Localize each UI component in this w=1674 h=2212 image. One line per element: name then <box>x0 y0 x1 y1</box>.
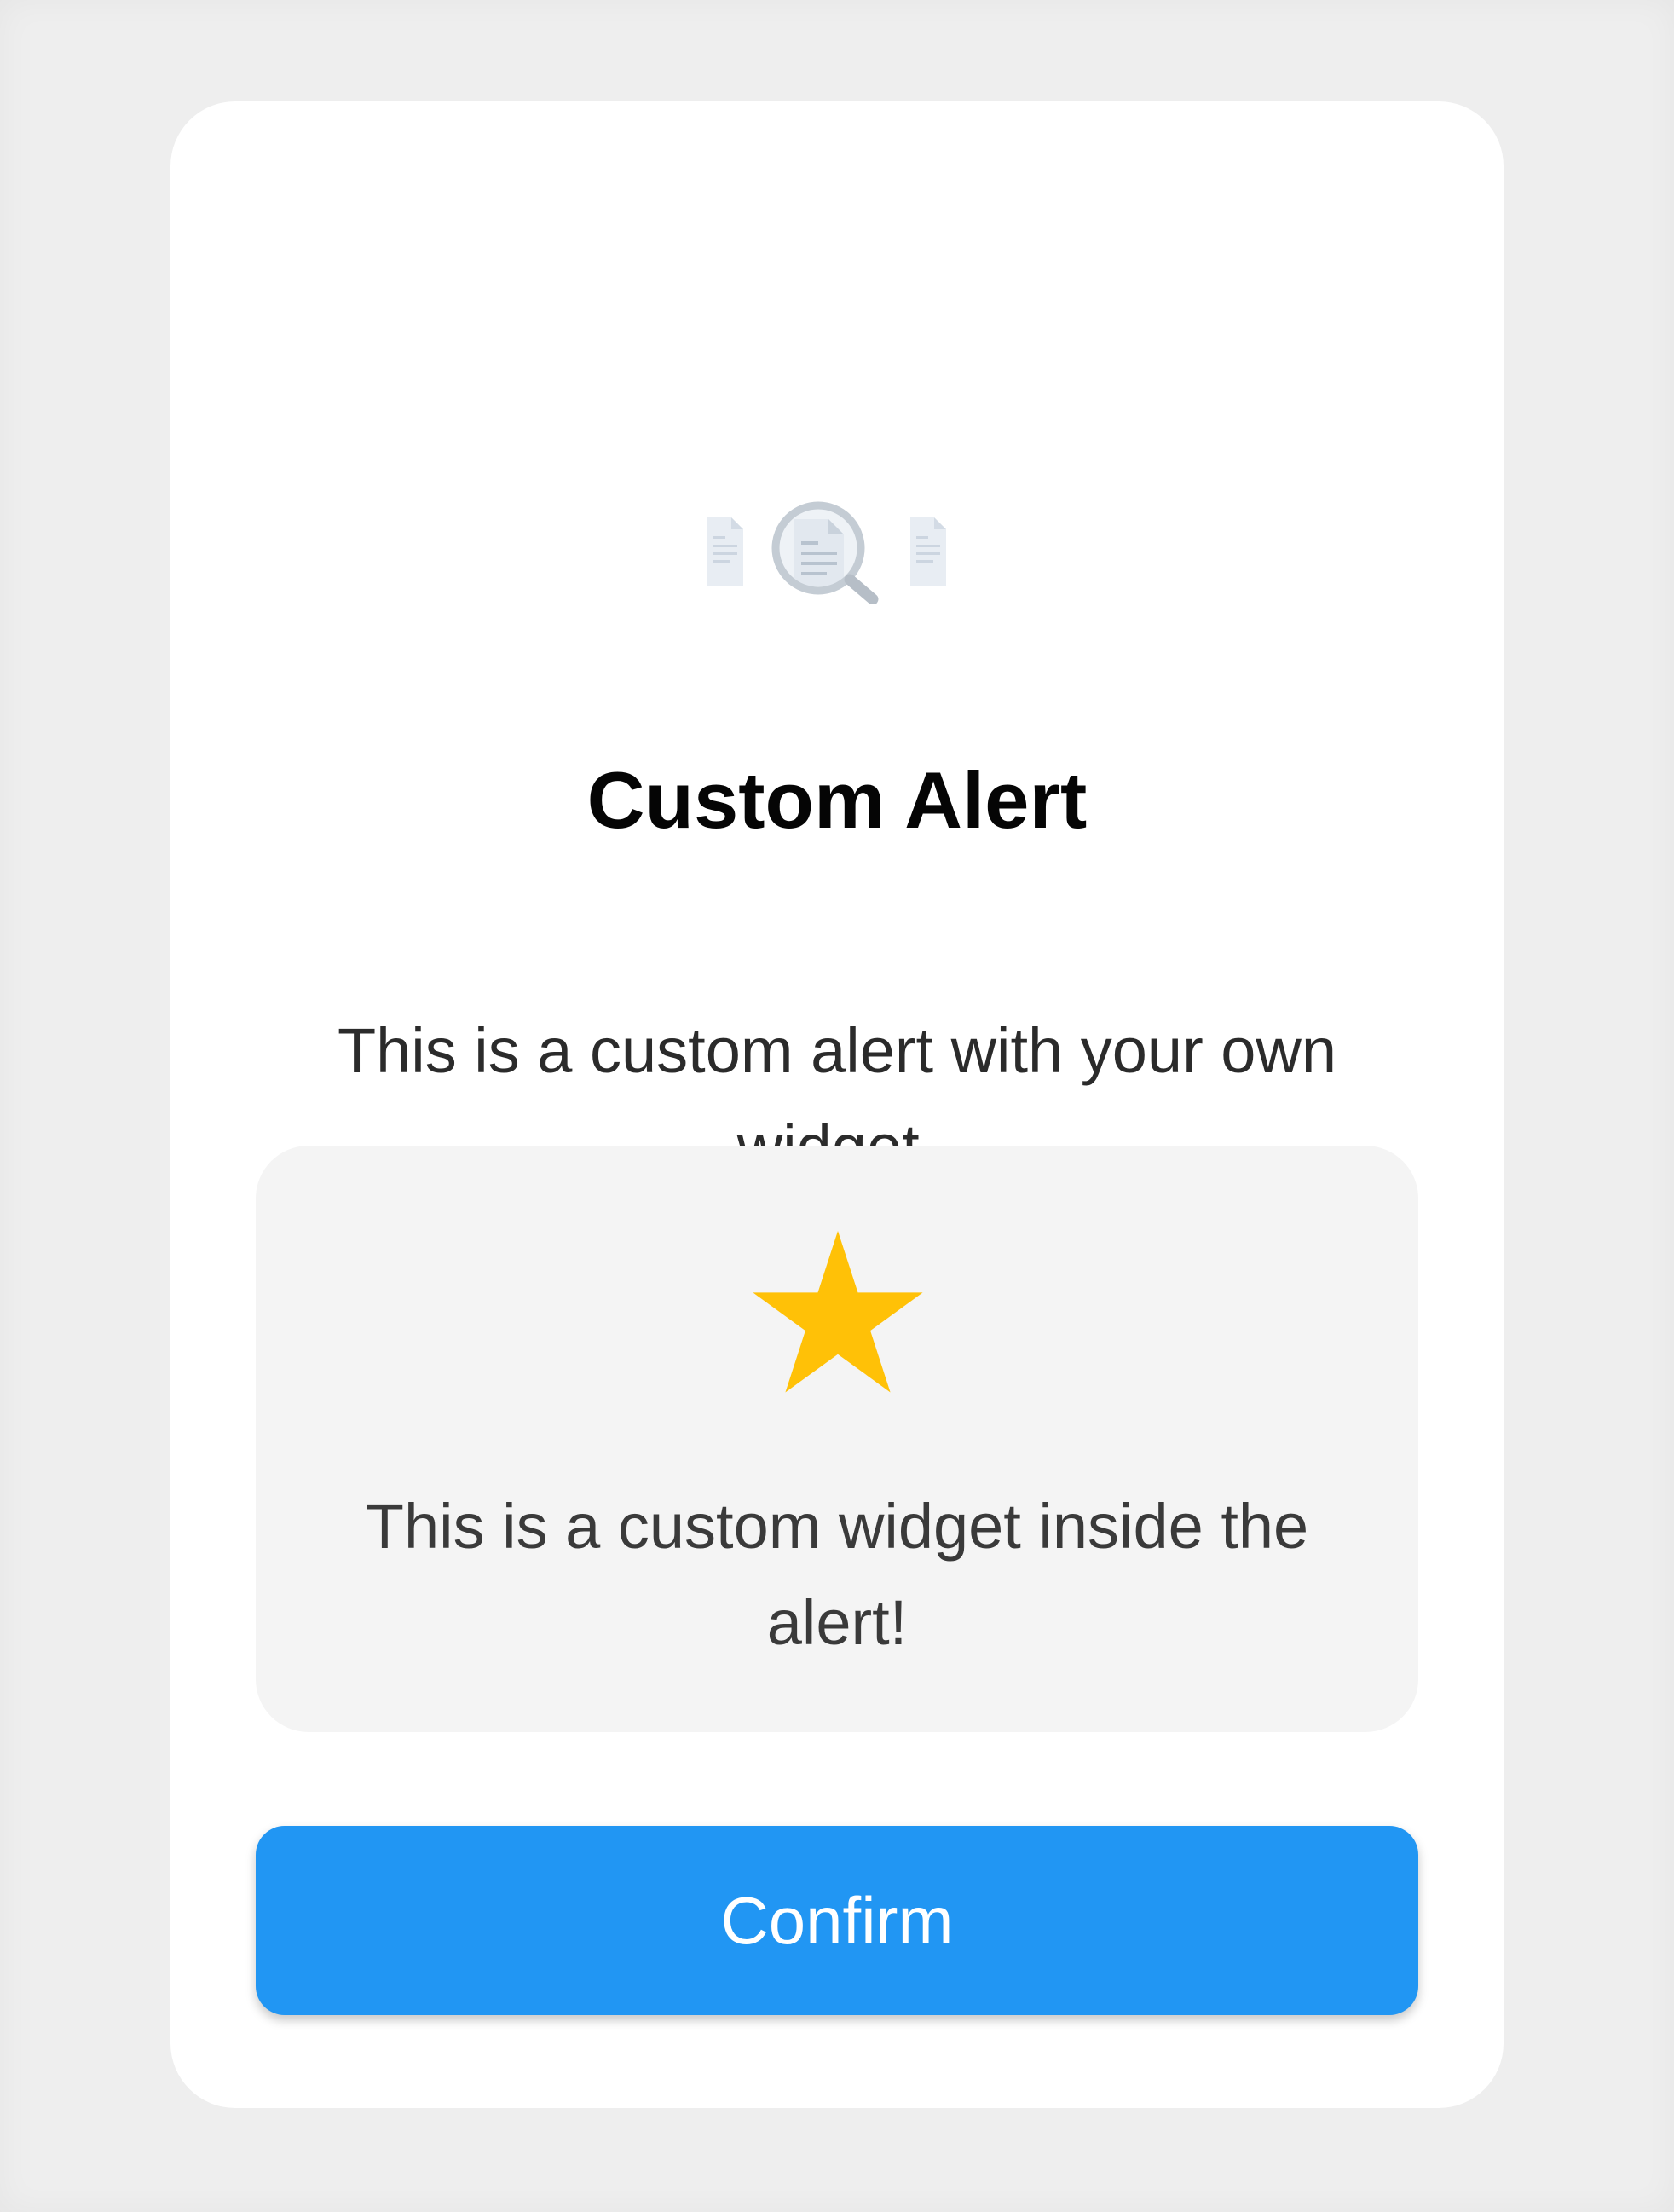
magnifier-document-icon <box>771 501 879 604</box>
alert-title: Custom Alert <box>586 755 1088 845</box>
custom-widget-container: This is a custom widget inside the alert… <box>256 1146 1418 1732</box>
screen-backdrop: Custom Alert This is a custom alert with… <box>0 0 1674 2212</box>
document-icon <box>910 517 946 586</box>
confirm-button[interactable]: Confirm <box>256 1826 1418 2015</box>
documents-illustration-svg <box>707 501 946 604</box>
custom-widget-text: This is a custom widget inside the alert… <box>365 1491 1309 1658</box>
star-icon <box>753 1231 923 1393</box>
search-documents-illustration <box>170 476 1504 613</box>
document-icon <box>707 517 743 586</box>
custom-alert-dialog: Custom Alert This is a custom alert with… <box>170 101 1504 2108</box>
